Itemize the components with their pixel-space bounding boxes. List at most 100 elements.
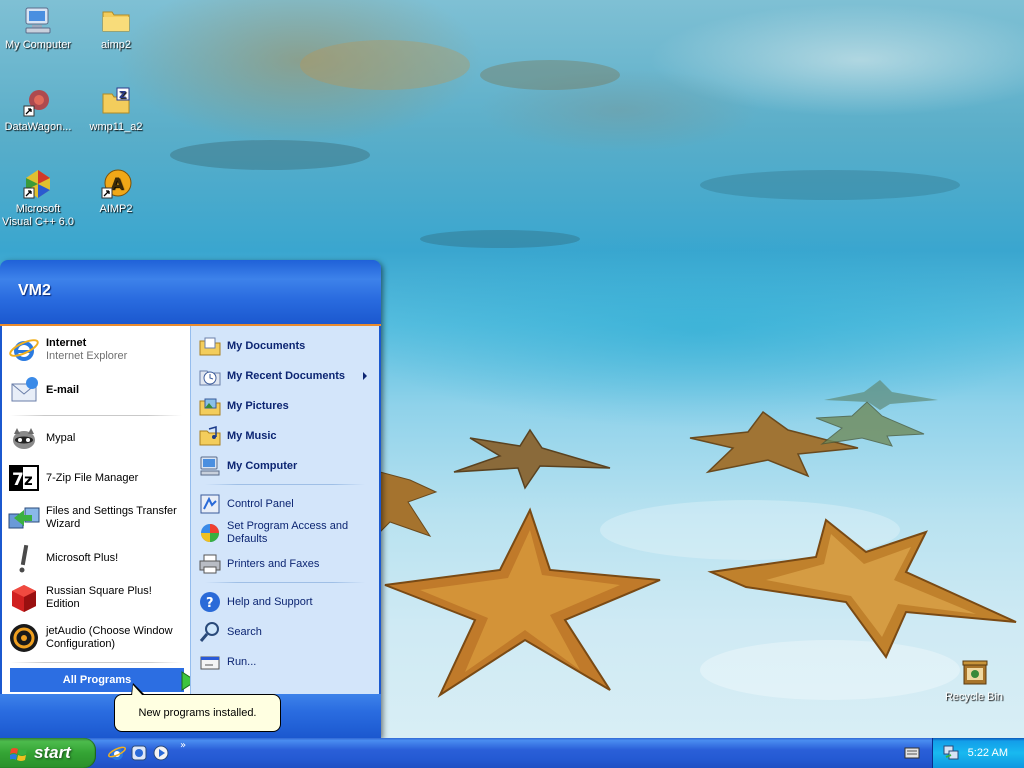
desktop-icon-aimp2-folder[interactable]: aimp2 xyxy=(78,4,154,52)
datawagon-icon xyxy=(22,86,54,118)
quick-launch-media-player-icon[interactable] xyxy=(152,744,170,762)
desktop-icon-datawagon[interactable]: DataWagon... xyxy=(0,86,76,134)
keyboard-icon[interactable] xyxy=(904,746,920,760)
desktop-icon-aimp2[interactable]: A AIMP2 xyxy=(78,168,154,216)
places-item-recent-documents[interactable]: My Recent Documents xyxy=(199,365,375,387)
menu-separator xyxy=(10,415,182,416)
places-item-my-music[interactable]: My Music xyxy=(199,425,375,447)
places-item-label: My Recent Documents xyxy=(227,369,345,382)
desktop-icon-wmp11[interactable]: Z wmp11_a2 xyxy=(78,86,154,134)
recent-item-label: 7-Zip File Manager xyxy=(46,471,139,484)
all-programs-label: All Programs xyxy=(62,674,132,686)
settings-item-label: Printers and Faxes xyxy=(227,557,320,570)
network-icon[interactable] xyxy=(943,745,959,761)
microsoft-plus-icon xyxy=(8,542,40,574)
start-menu-right-column: My Documents My Recent Documents My Pict… xyxy=(190,326,379,694)
internet-explorer-icon xyxy=(8,334,40,366)
control-panel-icon xyxy=(199,493,221,515)
settings-item-control-panel[interactable]: Control Panel xyxy=(199,493,375,515)
visual-cpp-icon xyxy=(22,168,54,200)
recent-item-7zip[interactable]: 7z 7-Zip File Manager xyxy=(8,462,184,494)
mypal-icon xyxy=(8,422,40,454)
svg-text:Z: Z xyxy=(119,90,126,101)
desktop-icon-recycle-bin[interactable]: Recycle Bin xyxy=(936,656,1012,704)
windows-flag-icon xyxy=(9,744,28,762)
tools-item-label: Help and Support xyxy=(227,595,313,608)
places-item-label: My Music xyxy=(227,429,277,442)
jetaudio-icon xyxy=(8,622,40,654)
svg-text:A: A xyxy=(111,174,124,193)
recent-item-jetaudio[interactable]: jetAudio (Choose Window Configuration) xyxy=(8,622,184,654)
starfish-image xyxy=(453,428,611,490)
my-computer-icon xyxy=(22,4,54,36)
7zip-icon: 7z xyxy=(8,462,40,494)
pinned-item-subtitle: Internet Explorer xyxy=(46,350,128,362)
recent-item-label: Russian Square Plus! Edition xyxy=(46,585,152,610)
start-button[interactable]: start xyxy=(0,738,96,768)
svg-text:z: z xyxy=(24,471,33,489)
desktop-icon-label: My Computer xyxy=(4,39,72,51)
taskbar: start » 5:22 AM xyxy=(0,738,1024,768)
places-item-label: My Pictures xyxy=(227,399,289,412)
zip-folder-icon: Z xyxy=(100,86,132,118)
places-item-my-pictures[interactable]: My Pictures xyxy=(199,395,375,417)
desktop-icon-label: AIMP2 xyxy=(99,203,133,215)
desktop-icon-label: wmp11_a2 xyxy=(89,121,143,133)
desktop-icon-label: Recycle Bin xyxy=(944,691,1004,703)
start-label: start xyxy=(34,743,71,762)
recent-documents-icon xyxy=(199,365,221,387)
my-music-icon xyxy=(199,425,221,447)
start-menu-header: VM2 xyxy=(0,260,381,326)
system-tray: 5:22 AM xyxy=(932,738,1024,768)
quick-launch-ie-icon[interactable] xyxy=(107,744,127,762)
starfish-image xyxy=(707,518,1017,659)
tools-item-label: Run... xyxy=(227,655,257,668)
recent-item-microsoft-plus[interactable]: Microsoft Plus! xyxy=(8,542,184,574)
recent-item-label: Files and Settings Transfer Wizard xyxy=(46,505,177,530)
start-menu-left-column: Internet Internet Explorer E-mail Mypal xyxy=(2,326,197,694)
desktop-icon-label: DataWagon... xyxy=(4,121,72,133)
tools-item-search[interactable]: Search xyxy=(199,621,375,643)
tools-item-help[interactable]: ? Help and Support xyxy=(199,591,375,613)
svg-text:7: 7 xyxy=(12,470,24,490)
places-item-label: My Documents xyxy=(227,339,306,352)
recent-item-label: Mypal xyxy=(46,431,76,444)
pinned-item-email[interactable]: E-mail xyxy=(8,374,184,406)
tools-item-run[interactable]: Run... xyxy=(199,651,375,673)
folder-icon xyxy=(100,4,132,36)
printer-icon xyxy=(199,553,221,575)
run-icon xyxy=(199,651,221,673)
russian-square-icon xyxy=(8,582,40,614)
clock[interactable]: 5:22 AM xyxy=(968,738,1008,768)
settings-item-label: Set Program Access and Defaults xyxy=(227,520,349,545)
pinned-item-title: E-mail xyxy=(46,383,80,396)
recycle-bin-icon xyxy=(958,656,990,688)
recent-item-label: jetAudio (Choose Window Configuration) xyxy=(46,625,173,650)
transfer-wizard-icon xyxy=(8,502,40,534)
desktop-icon-label: aimp2 xyxy=(101,39,131,51)
desktop-icon-visual-cpp[interactable]: Microsoft Visual C++ 6.0 xyxy=(0,168,76,229)
all-programs-button[interactable]: All Programs xyxy=(10,668,197,692)
recent-item-transfer-wizard[interactable]: Files and Settings Transfer Wizard xyxy=(8,502,184,534)
menu-separator xyxy=(205,582,365,583)
quick-launch-desktop-icon[interactable] xyxy=(130,744,148,762)
new-programs-balloon[interactable]: New programs installed. xyxy=(114,683,281,732)
settings-item-program-access[interactable]: Set Program Access and Defaults xyxy=(199,520,375,546)
program-access-icon xyxy=(199,522,221,544)
search-icon xyxy=(199,621,221,643)
recent-item-mypal[interactable]: Mypal xyxy=(8,422,184,454)
desktop-icon-my-computer[interactable]: My Computer xyxy=(0,4,76,52)
recent-item-russian-square[interactable]: Russian Square Plus! Edition xyxy=(8,582,184,614)
starfish-image xyxy=(380,471,438,537)
pinned-item-internet[interactable]: Internet Internet Explorer xyxy=(8,334,184,366)
balloon-text: New programs installed. xyxy=(138,707,257,719)
aimp2-icon: A xyxy=(100,168,132,200)
my-documents-icon xyxy=(199,335,221,357)
places-item-my-documents[interactable]: My Documents xyxy=(199,335,375,357)
menu-separator xyxy=(10,662,182,663)
places-item-my-computer[interactable]: My Computer xyxy=(199,455,375,477)
quick-launch-chevron[interactable]: » xyxy=(180,740,186,751)
user-name: VM2 xyxy=(18,282,51,299)
recent-item-label: Microsoft Plus! xyxy=(46,551,119,564)
settings-item-printers[interactable]: Printers and Faxes xyxy=(199,553,375,575)
